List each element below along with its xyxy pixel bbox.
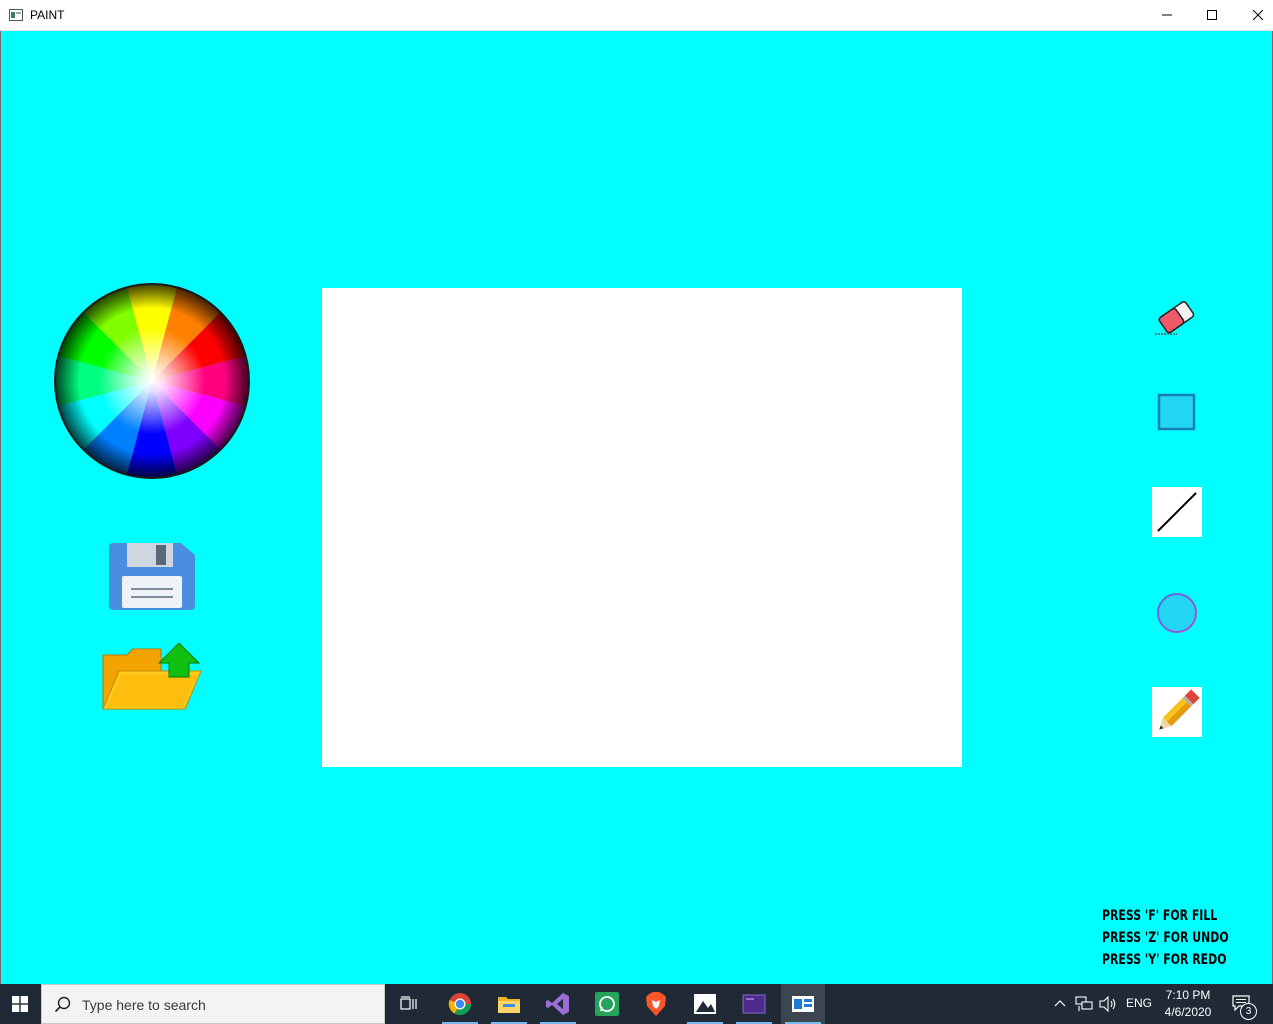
undo-hint: PRESS 'Z' FOR UNDO	[1102, 930, 1229, 946]
chevron-up-icon[interactable]	[1054, 999, 1066, 1007]
taskbar-clock[interactable]: 7:10 PM 4/6/2020	[1160, 987, 1216, 1021]
taskbar: Type here to search ENG 7:10 PM 4/6/2020…	[0, 984, 1273, 1024]
folder-icon	[498, 997, 520, 1013]
taskbar-file-explorer[interactable]	[487, 984, 531, 1024]
open-folder-icon[interactable]	[101, 643, 203, 711]
taskbar-terminal[interactable]	[732, 984, 776, 1024]
whatsapp-icon	[595, 992, 619, 1016]
app-icon	[9, 9, 23, 21]
task-view-button[interactable]	[387, 984, 431, 1024]
save-floppy-icon[interactable]	[109, 543, 195, 610]
start-button[interactable]	[0, 984, 40, 1024]
taskbar-paint-app[interactable]	[781, 984, 825, 1024]
taskbar-visual-studio[interactable]	[536, 984, 580, 1024]
title-bar: PAINT	[0, 0, 1273, 31]
taskbar-photos[interactable]	[683, 984, 727, 1024]
brave-icon	[646, 992, 666, 1016]
minimize-button[interactable]	[1144, 0, 1190, 30]
notification-count-badge: 3	[1240, 1003, 1257, 1020]
close-button[interactable]	[1235, 0, 1273, 30]
windows-logo-icon	[12, 996, 28, 1012]
fill-hint: PRESS 'F' FOR FILL	[1102, 908, 1218, 924]
search-placeholder: Type here to search	[82, 997, 206, 1013]
network-icon[interactable]	[1075, 996, 1093, 1012]
clock-date: 4/6/2020	[1164, 1005, 1212, 1019]
taskbar-brave[interactable]	[634, 984, 678, 1024]
volume-icon[interactable]	[1099, 996, 1117, 1012]
maximize-icon	[1207, 10, 1217, 20]
line-tool-icon[interactable]	[1152, 487, 1202, 537]
visual-studio-icon	[546, 993, 569, 1015]
notifications-button[interactable]: 3	[1226, 992, 1260, 1020]
terminal-icon	[742, 994, 766, 1014]
chrome-icon	[448, 993, 471, 1015]
close-icon	[1253, 10, 1263, 20]
window-title: PAINT	[30, 8, 65, 22]
circle-tool-icon[interactable]	[1155, 591, 1199, 635]
taskbar-whatsapp[interactable]	[585, 984, 629, 1024]
search-icon	[54, 996, 71, 1013]
pencil-icon[interactable]	[1152, 687, 1202, 737]
photos-icon	[694, 994, 716, 1014]
maximize-button[interactable]	[1189, 0, 1235, 30]
paint-workspace: PRESS 'F' FOR FILL PRESS 'Z' FOR UNDO PR…	[0, 31, 1273, 984]
clock-time: 7:10 PM	[1165, 988, 1211, 1002]
minimize-icon	[1162, 14, 1172, 16]
language-indicator[interactable]: ENG	[1126, 996, 1152, 1010]
taskbar-chrome[interactable]	[438, 984, 482, 1024]
eraser-icon[interactable]	[1153, 298, 1199, 338]
redo-hint: PRESS 'Y' FOR REDO	[1102, 952, 1227, 968]
task-view-icon	[400, 996, 417, 1010]
rectangle-tool-icon[interactable]	[1157, 393, 1197, 431]
paint-app-icon	[792, 996, 814, 1012]
taskbar-search[interactable]: Type here to search	[41, 984, 385, 1024]
color-wheel-icon[interactable]	[52, 281, 252, 481]
drawing-canvas[interactable]	[322, 288, 962, 767]
